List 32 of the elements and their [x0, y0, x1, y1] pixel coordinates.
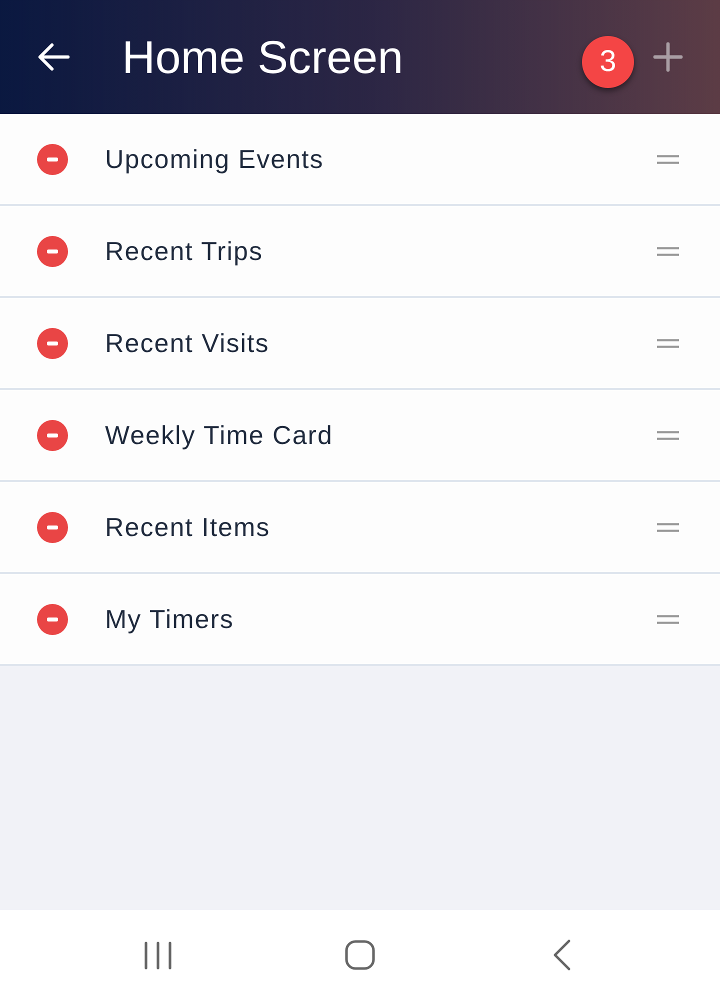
- minus-circle-icon: [36, 604, 68, 634]
- minus-circle-icon: [36, 420, 68, 450]
- plus-icon: [653, 42, 683, 72]
- drag-handle-icon: [657, 338, 679, 348]
- widget-label: Recent Visits: [105, 330, 270, 356]
- remove-button[interactable]: [36, 143, 68, 175]
- minus-circle-icon: [36, 144, 68, 174]
- recent-apps-icon: [144, 940, 172, 970]
- remove-button[interactable]: [36, 419, 68, 451]
- minus-circle-icon: [36, 328, 68, 358]
- drag-handle-icon: [657, 154, 679, 164]
- widget-label: Recent Trips: [105, 238, 263, 264]
- step-badge: 3: [582, 36, 634, 88]
- remove-button[interactable]: [36, 235, 68, 267]
- add-button[interactable]: [652, 41, 684, 73]
- back-arrow-icon: [38, 43, 70, 71]
- screen-title: Home Screen: [122, 34, 404, 80]
- remove-button[interactable]: [36, 511, 68, 543]
- widget-label: My Timers: [105, 606, 234, 632]
- remove-button[interactable]: [36, 603, 68, 635]
- drag-handle-icon: [657, 614, 679, 624]
- drag-handle-icon: [657, 522, 679, 532]
- drag-handle-icon: [657, 430, 679, 440]
- remove-button[interactable]: [36, 327, 68, 359]
- widget-label: Weekly Time Card: [105, 422, 333, 448]
- minus-circle-icon: [36, 512, 68, 542]
- widget-label: Upcoming Events: [105, 146, 324, 172]
- back-chevron-icon: [553, 939, 571, 971]
- widget-label: Recent Items: [105, 514, 270, 540]
- drag-handle-icon: [657, 246, 679, 256]
- minus-circle-icon: [36, 236, 68, 266]
- home-icon: [345, 940, 375, 970]
